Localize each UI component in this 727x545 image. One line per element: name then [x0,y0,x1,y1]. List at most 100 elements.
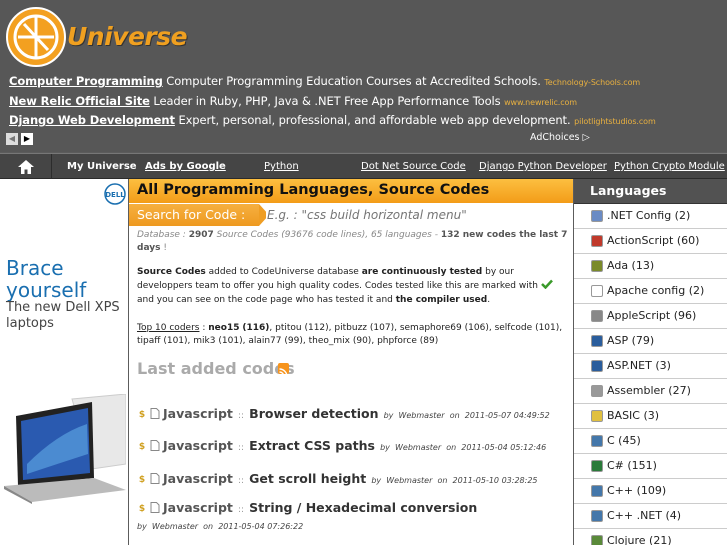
language-item[interactable]: C (45) [574,429,727,454]
dell-logo-text: DELL [105,191,125,199]
code-language[interactable]: Javascript [163,500,233,515]
javascript-icon: $ [137,502,147,513]
ad-text: Computer Programming Education Courses a… [166,74,541,88]
ad-url[interactable]: pilotlightstudios.com [574,117,656,126]
language-item[interactable]: Ada (13) [574,254,727,279]
coder-link[interactable]: semaphore69 [400,323,462,333]
code-language[interactable]: Javascript [163,406,233,421]
home-icon [17,159,34,174]
menu-item-ads-by-google[interactable]: Ads by Google [145,161,226,172]
language-item[interactable]: .NET Config (2) [574,204,727,229]
code-language[interactable]: Javascript [163,471,233,486]
header: Universe Computer Programming Computer P… [0,0,727,152]
code-author[interactable]: Webmaster [395,443,441,452]
language-label[interactable]: Ada (13) [607,259,654,272]
language-item[interactable]: Clojure (21) [574,529,727,545]
code-list-item[interactable]: $ Javascript :: String / Hexadecimal conv… [137,500,571,534]
language-item[interactable]: C++ (109) [574,479,727,504]
language-item[interactable]: C# (151) [574,454,727,479]
dotnet-config-icon [591,210,603,222]
language-label[interactable]: Apache config (2) [607,284,704,297]
menu-item-dot-net-source-code[interactable]: Dot Net Source Code [361,161,466,172]
db-end: ! [163,243,167,253]
coder-link[interactable]: alain77 [248,336,281,346]
asp-icon [591,335,603,347]
code-author[interactable]: Webmaster [386,476,432,485]
universe-logo-icon[interactable] [4,6,68,68]
language-item[interactable]: ActionScript (60) [574,229,727,254]
home-button[interactable] [0,154,52,179]
coder-link[interactable]: pitbuzz [334,323,367,333]
ad-title-link[interactable]: Computer Programming [9,74,163,88]
svg-text:$: $ [139,504,145,513]
left-banner-ad[interactable]: DELL Brace yourself The new Dell XPS lap… [0,179,128,545]
menu-item-my-universe[interactable]: My Universe [67,161,137,172]
language-label[interactable]: C# (151) [607,459,657,472]
code-title[interactable]: Browser detection [249,406,378,421]
adchoices-link[interactable]: AdChoices ▷ [530,132,590,143]
code-title[interactable]: Extract CSS paths [249,438,375,453]
ad-text: Expert, personal, professional, and affo… [178,113,571,127]
coder-link[interactable]: neo15 [208,323,239,333]
site-name[interactable]: Universe [67,22,188,51]
language-label[interactable]: ActionScript (60) [607,234,699,247]
intro-part: Source Codes [137,267,206,277]
coder-link[interactable]: phpforce [377,336,417,346]
coder-link[interactable]: theo_mix [309,336,350,346]
code-title[interactable]: Get scroll height [249,471,366,486]
code-list-item[interactable]: $ Javascript :: Get scroll height by Webm… [137,468,571,487]
language-label[interactable]: C++ .NET (4) [607,509,681,522]
language-label[interactable]: BASIC (3) [607,409,659,422]
language-item[interactable]: Assembler (27) [574,379,727,404]
coder-link[interactable]: tipaff [137,336,160,346]
language-item[interactable]: C++ .NET (4) [574,504,727,529]
search-label: Search for Code : [129,204,269,226]
code-list-item[interactable]: $ Javascript :: Extract CSS paths by Webm… [137,435,571,454]
coder-link[interactable]: mik3 [193,336,215,346]
language-item[interactable]: ASP.NET (3) [574,354,727,379]
svg-text:$: $ [139,442,145,451]
language-label[interactable]: C (45) [607,434,641,447]
menu-item-django-python-developer[interactable]: Django Python Developer [479,161,607,172]
menu-item-python[interactable]: Python [264,161,299,172]
ad-title-link[interactable]: Django Web Development [9,113,175,127]
ad-url[interactable]: Technology-Schools.com [544,78,640,87]
language-label[interactable]: C++ (109) [607,484,666,497]
language-label[interactable]: Clojure (21) [607,534,672,545]
coder-link[interactable]: selfcode [495,323,533,333]
language-label[interactable]: ASP.NET (3) [607,359,671,372]
language-label[interactable]: ASP (79) [607,334,654,347]
coder-count: (112) [304,323,329,333]
rss-icon[interactable] [278,363,289,377]
menu-item-python-crypto-module[interactable]: Python Crypto Module [614,161,725,172]
coder-count: (101) [218,336,243,346]
intro-part: . [487,295,491,305]
javascript-icon: $ [137,408,147,419]
title-bar: All Programming Languages, Source Codes [129,179,573,203]
language-item[interactable]: BASIC (3) [574,404,727,429]
code-title[interactable]: String / Hexadecimal conversion [249,500,477,515]
code-language[interactable]: Javascript [163,438,233,453]
code-list-item[interactable]: $ Javascript :: Browser detection by Webm… [137,403,571,422]
coder-count: (107) [369,323,395,333]
coder-count: (101) [535,323,560,333]
language-item[interactable]: ASP (79) [574,329,727,354]
code-author[interactable]: Webmaster [398,411,444,420]
code-author[interactable]: Webmaster [152,522,198,531]
search-input[interactable] [266,204,506,226]
language-item[interactable]: AppleScript (96) [574,304,727,329]
coder-link[interactable]: ptitou [275,323,301,333]
language-label[interactable]: .NET Config (2) [607,209,690,222]
file-icon [150,440,160,451]
language-label[interactable]: AppleScript (96) [607,309,696,322]
language-label[interactable]: Assembler (27) [607,384,691,397]
ad-prev-button[interactable]: ◀ [6,133,18,145]
ad-next-button[interactable]: ▶ [21,133,33,145]
top10-link[interactable]: Top 10 coders [137,323,199,333]
code-on: on [449,411,460,420]
code-on: on [446,443,457,452]
code-on: on [437,476,448,485]
ad-title-link[interactable]: New Relic Official Site [9,94,150,108]
language-item[interactable]: Apache config (2) [574,279,727,304]
ad-url[interactable]: www.newrelic.com [504,98,577,107]
